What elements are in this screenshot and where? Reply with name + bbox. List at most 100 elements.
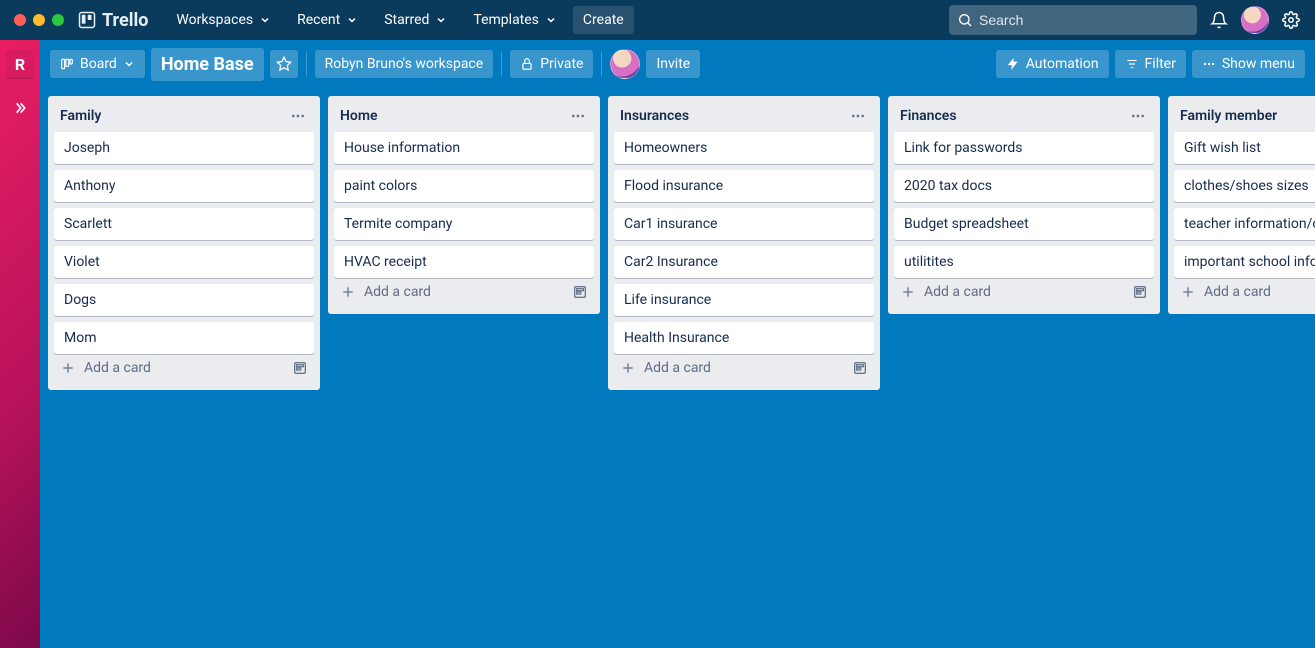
list-title[interactable]: Insurances [620, 108, 689, 124]
create-from-template-button[interactable] [572, 284, 588, 300]
nav-templates-label: Templates [473, 12, 539, 28]
add-card-button[interactable]: Add a card [614, 354, 874, 382]
dots-horizontal-icon [850, 108, 866, 124]
workspace-name: Robyn Bruno's workspace [325, 56, 484, 72]
invite-button[interactable]: Invite [646, 50, 700, 78]
automation-label: Automation [1026, 56, 1099, 72]
chevron-down-icon [435, 14, 447, 26]
template-icon [852, 360, 868, 376]
nav-create-label: Create [583, 12, 624, 28]
list-card[interactable]: Life insurance [614, 284, 874, 316]
app-logo[interactable]: Trello [78, 10, 148, 31]
card-list: Gift wish list clothes/shoes sizes teacher… [1174, 132, 1315, 278]
list-card[interactable]: Homeowners [614, 132, 874, 164]
account-avatar[interactable] [1241, 6, 1269, 34]
list-card[interactable]: Link for passwords [894, 132, 1154, 164]
add-card-button[interactable]: Add a card [334, 278, 594, 306]
nav-starred[interactable]: Starred [374, 6, 457, 34]
list-card[interactable]: Anthony [54, 170, 314, 202]
rail-expand-button[interactable] [12, 100, 28, 116]
show-menu-button[interactable]: Show menu [1192, 50, 1305, 78]
chevron-double-right-icon [12, 100, 28, 116]
list-title[interactable]: Family member [1180, 108, 1277, 124]
card-list: Joseph Anthony Scarlett Violet Dogs Mom [54, 132, 314, 354]
list-card[interactable]: Budget spreadsheet [894, 208, 1154, 240]
list-card[interactable]: 2020 tax docs [894, 170, 1154, 202]
list-card[interactable]: Dogs [54, 284, 314, 316]
window-minimize-button[interactable] [33, 14, 45, 26]
divider [501, 52, 502, 76]
list-card[interactable]: Car2 Insurance [614, 246, 874, 278]
add-card-button[interactable]: Add a card [54, 354, 314, 382]
list-card[interactable]: House information [334, 132, 594, 164]
list-header: Family [54, 102, 314, 132]
filter-icon [1125, 57, 1139, 71]
list-menu-button[interactable] [848, 106, 868, 126]
window-controls [8, 14, 70, 26]
list-card[interactable]: Car1 insurance [614, 208, 874, 240]
list-card[interactable]: Scarlett [54, 208, 314, 240]
list: Home House information paint colors Termite… [328, 96, 600, 314]
list-card[interactable]: Joseph [54, 132, 314, 164]
notifications-button[interactable] [1203, 4, 1235, 36]
star-board-button[interactable] [270, 50, 298, 78]
list-card[interactable]: clothes/shoes sizes [1174, 170, 1315, 202]
add-card-label: Add a card [644, 360, 711, 376]
list-header: Finances [894, 102, 1154, 132]
list-title[interactable]: Family [60, 108, 101, 124]
board-canvas[interactable]: Family Joseph Anthony Scarlett Violet Dogs Mom… [40, 88, 1315, 648]
list-card[interactable]: Flood insurance [614, 170, 874, 202]
lock-icon [520, 57, 534, 71]
titlebar-right [949, 4, 1307, 36]
list-card[interactable]: teacher information/contact [1174, 208, 1315, 240]
list-card[interactable]: important school info [1174, 246, 1315, 278]
workspace-link[interactable]: Robyn Bruno's workspace [315, 50, 494, 78]
workspace-initial: R [15, 55, 25, 74]
add-card-button[interactable]: Add a card [1174, 278, 1315, 306]
list-card[interactable]: paint colors [334, 170, 594, 202]
list-header: Insurances [614, 102, 874, 132]
nav-recent-label: Recent [297, 12, 340, 28]
list-card[interactable]: utilitites [894, 246, 1154, 278]
list-header: Family member [1174, 102, 1315, 132]
search-input[interactable] [979, 12, 1197, 28]
list-card[interactable]: Violet [54, 246, 314, 278]
add-card-button[interactable]: Add a card [894, 278, 1154, 306]
nav-templates[interactable]: Templates [463, 6, 567, 34]
gear-icon [1282, 11, 1300, 29]
filter-button[interactable]: Filter [1115, 50, 1186, 78]
add-card-label: Add a card [924, 284, 991, 300]
list-title[interactable]: Finances [900, 108, 957, 124]
chevron-down-icon [346, 14, 358, 26]
chevron-down-icon [259, 14, 271, 26]
nav-create[interactable]: Create [573, 6, 634, 34]
list-card[interactable]: Mom [54, 322, 314, 354]
visibility-button[interactable]: Private [510, 50, 593, 78]
list-menu-button[interactable] [568, 106, 588, 126]
template-icon [1132, 284, 1148, 300]
window-close-button[interactable] [14, 14, 26, 26]
create-from-template-button[interactable] [852, 360, 868, 376]
list-card[interactable]: HVAC receipt [334, 246, 594, 278]
app-name: Trello [102, 10, 148, 31]
list-title[interactable]: Home [340, 108, 378, 124]
list-card[interactable]: Termite company [334, 208, 594, 240]
list-menu-button[interactable] [1128, 106, 1148, 126]
search[interactable] [949, 5, 1197, 35]
list-menu-button[interactable] [288, 106, 308, 126]
board-title[interactable]: Home Base [151, 48, 264, 81]
nav-recent[interactable]: Recent [287, 6, 368, 34]
list-card[interactable]: Gift wish list [1174, 132, 1315, 164]
list: Finances Link for passwords 2020 tax docs B… [888, 96, 1160, 314]
list-card[interactable]: Health Insurance [614, 322, 874, 354]
create-from-template-button[interactable] [292, 360, 308, 376]
window-zoom-button[interactable] [52, 14, 64, 26]
board-member-avatar[interactable] [610, 49, 640, 79]
board-view-switcher[interactable]: Board [50, 50, 145, 78]
settings-button[interactable] [1275, 4, 1307, 36]
nav-workspaces[interactable]: Workspaces [166, 6, 281, 34]
create-from-template-button[interactable] [1132, 284, 1148, 300]
board-view-label: Board [80, 56, 117, 72]
workspace-tile[interactable]: R [6, 50, 34, 78]
automation-button[interactable]: Automation [996, 50, 1109, 78]
